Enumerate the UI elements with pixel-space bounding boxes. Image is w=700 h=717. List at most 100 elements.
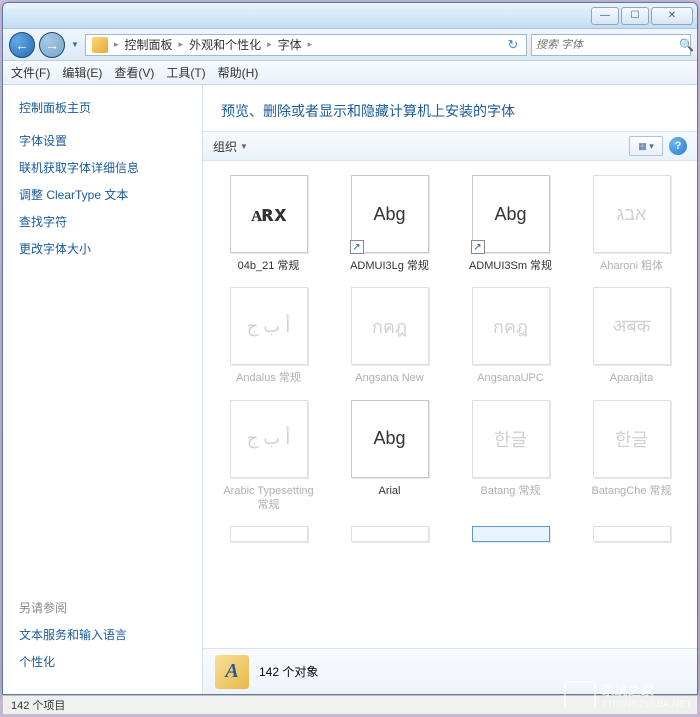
forward-button[interactable]: → (39, 32, 65, 58)
titlebar: — ☐ ✕ (3, 3, 697, 29)
font-preview-icon: Abg (351, 400, 429, 478)
font-preview-icon: 한글 (593, 400, 671, 478)
sidebar: 控制面板主页 字体设置 联机获取字体详细信息 调整 ClearType 文本 查… (3, 85, 203, 694)
navigation-bar: ← → ▼ ▸ 控制面板 ▸ 外观和个性化 ▸ 字体 ▸ ↻ 🔍 (3, 29, 697, 61)
font-item[interactable]: กคฎ AngsanaUPC (451, 283, 570, 389)
organize-button[interactable]: 组织 ▼ (213, 138, 248, 155)
font-label: BatangChe 常规 (591, 484, 671, 498)
breadcrumb[interactable]: ▸ 控制面板 ▸ 外观和个性化 ▸ 字体 ▸ ↻ (85, 34, 527, 56)
body: 控制面板主页 字体设置 联机获取字体详细信息 调整 ClearType 文本 查… (3, 85, 697, 694)
font-item[interactable]: ᴀʀx 04b_21 常规 (209, 171, 328, 277)
font-preview-icon: กคฎ (472, 287, 550, 365)
object-count: 142 个对象 (259, 663, 318, 680)
font-label: Aharoni 粗体 (600, 259, 663, 273)
refresh-button[interactable]: ↻ (502, 37, 524, 53)
font-preview-icon: กคฎ (351, 287, 429, 365)
breadcrumb-sep: ▸ (306, 39, 315, 50)
details-pane: A 142 个对象 (203, 648, 697, 694)
font-label: ADMUI3Lg 常规 (350, 259, 429, 273)
menu-view[interactable]: 查看(V) (114, 64, 154, 81)
font-label: ADMUI3Sm 常规 (469, 259, 552, 273)
font-preview-icon: अबक (593, 287, 671, 365)
font-item[interactable]: أ ب ج Andalus 常规 (209, 283, 328, 389)
status-text: 142 个项目 (11, 697, 65, 713)
sidebar-ref-text-services[interactable]: 文本服务和输入语言 (19, 626, 186, 643)
minimize-button[interactable]: — (591, 7, 619, 25)
font-preview-icon (472, 526, 550, 542)
menu-tools[interactable]: 工具(T) (166, 64, 205, 81)
font-item[interactable]: กคฎ Angsana New (330, 283, 449, 389)
font-label: Aparajita (610, 371, 653, 385)
font-label: Angsana New (355, 371, 424, 385)
view-options-button[interactable]: ▦ ▾ (629, 136, 663, 156)
sidebar-see-also-label: 另请参阅 (19, 599, 186, 616)
font-label: 04b_21 常规 (238, 259, 300, 273)
shortcut-overlay-icon: ↗ (350, 240, 364, 254)
help-icon[interactable]: ? (669, 137, 687, 155)
breadcrumb-sep: ▸ (265, 39, 274, 50)
toolbar: 组织 ▼ ▦ ▾ ? (203, 131, 697, 161)
font-label: Andalus 常规 (236, 371, 301, 385)
location-icon (92, 37, 108, 53)
font-label: Arial (378, 484, 400, 498)
breadcrumb-item[interactable]: 外观和个性化 (185, 36, 265, 53)
sidebar-home-link[interactable]: 控制面板主页 (19, 99, 186, 116)
breadcrumb-item[interactable]: 控制面板 (121, 36, 177, 53)
font-preview-icon: أ ب ج (230, 287, 308, 365)
font-preview-icon (351, 526, 429, 542)
search-box[interactable]: 🔍 (531, 34, 691, 56)
sidebar-link-cleartype[interactable]: 调整 ClearType 文本 (19, 186, 186, 203)
close-button[interactable]: ✕ (651, 7, 693, 25)
font-item[interactable]: 한글 BatangChe 常规 (572, 396, 691, 517)
font-preview-icon (593, 526, 671, 542)
status-bar: 142 个项目 (2, 695, 698, 715)
breadcrumb-item[interactable]: 字体 (274, 36, 306, 53)
main-pane: 预览、删除或者显示和隐藏计算机上安装的字体 组织 ▼ ▦ ▾ ? ᴀʀx 04b_… (203, 85, 697, 694)
sidebar-link-font-size[interactable]: 更改字体大小 (19, 240, 186, 257)
font-item[interactable] (572, 522, 691, 552)
font-preview-icon: 한글 (472, 400, 550, 478)
organize-label: 组织 (213, 138, 237, 155)
font-label: Arabic Typesetting 常规 (221, 484, 317, 513)
font-item[interactable]: 한글 Batang 常规 (451, 396, 570, 517)
font-preview-icon: أ ب ج (230, 400, 308, 478)
sidebar-link-font-settings[interactable]: 字体设置 (19, 132, 186, 149)
font-grid[interactable]: ᴀʀx04b_21 常规Abg↗ADMUI3Lg 常规Abg↗ADMUI3Sm … (203, 161, 697, 648)
font-item[interactable]: Abg Arial (330, 396, 449, 517)
sidebar-ref-personalization[interactable]: 个性化 (19, 653, 186, 670)
menubar: 文件(F) 编辑(E) 查看(V) 工具(T) 帮助(H) (3, 61, 697, 85)
fonts-folder-icon: A (215, 655, 249, 689)
breadcrumb-sep: ▸ (112, 39, 121, 50)
nav-history-dropdown[interactable]: ▼ (69, 35, 81, 55)
page-heading: 预览、删除或者显示和隐藏计算机上安装的字体 (203, 85, 697, 131)
font-item[interactable] (451, 522, 570, 552)
breadcrumb-sep: ▸ (177, 39, 186, 50)
font-label: Batang 常规 (481, 484, 541, 498)
shortcut-overlay-icon: ↗ (471, 240, 485, 254)
font-item[interactable] (209, 522, 328, 552)
font-item[interactable]: अबक Aparajita (572, 283, 691, 389)
search-input[interactable] (536, 39, 679, 51)
font-item[interactable]: אבג Aharoni 粗体 (572, 171, 691, 277)
font-preview-icon (230, 526, 308, 542)
font-item[interactable]: أ ب ج Arabic Typesetting 常规 (209, 396, 328, 517)
menu-file[interactable]: 文件(F) (11, 64, 50, 81)
maximize-button[interactable]: ☐ (621, 7, 649, 25)
font-preview-icon: אבג (593, 175, 671, 253)
sidebar-link-find-char[interactable]: 查找字符 (19, 213, 186, 230)
font-item[interactable] (330, 522, 449, 552)
explorer-window: — ☐ ✕ ← → ▼ ▸ 控制面板 ▸ 外观和个性化 ▸ 字体 ▸ ↻ 🔍 文… (2, 2, 698, 695)
font-preview-icon: Abg↗ (351, 175, 429, 253)
sidebar-link-online-fonts[interactable]: 联机获取字体详细信息 (19, 159, 186, 176)
menu-help[interactable]: 帮助(H) (218, 64, 259, 81)
font-label: AngsanaUPC (477, 371, 544, 385)
font-preview-icon: Abg↗ (472, 175, 550, 253)
font-item[interactable]: Abg↗ ADMUI3Sm 常规 (451, 171, 570, 277)
window-controls: — ☐ ✕ (591, 7, 693, 25)
menu-edit[interactable]: 编辑(E) (62, 64, 102, 81)
font-preview-icon: ᴀʀx (230, 175, 308, 253)
font-item[interactable]: Abg↗ ADMUI3Lg 常规 (330, 171, 449, 277)
search-icon[interactable]: 🔍 (679, 38, 694, 52)
chevron-down-icon: ▼ (240, 142, 248, 151)
back-button[interactable]: ← (9, 32, 35, 58)
